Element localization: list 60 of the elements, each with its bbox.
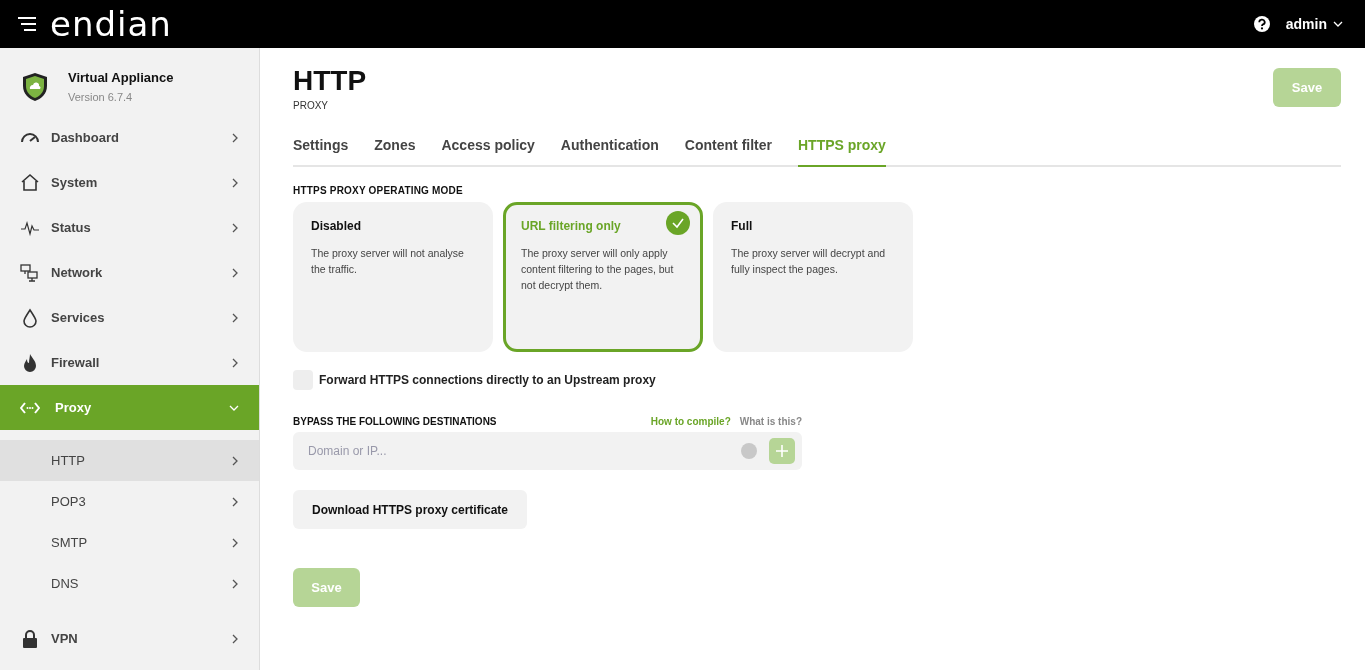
page-subtitle: PROXY <box>293 100 329 111</box>
sidebar-item[interactable]: Network <box>0 250 259 295</box>
appliance-name: Virtual Appliance <box>68 70 174 85</box>
chevron-right-icon <box>231 222 239 233</box>
submenu-item[interactable]: POP3 <box>0 481 259 522</box>
card-title: URL filtering only <box>521 219 622 233</box>
chevron-right-icon <box>231 537 239 548</box>
version-text: Version 6.7.4 <box>68 91 134 103</box>
chevron-right-icon <box>231 633 239 644</box>
monitors-icon <box>20 262 40 283</box>
house-icon <box>20 172 40 193</box>
tab[interactable]: Zones <box>374 137 416 167</box>
domain-input-field[interactable]: Domain or IP... <box>293 432 802 470</box>
chevron-right-icon <box>231 312 239 323</box>
sidebar-item[interactable]: Firewall <box>0 340 259 385</box>
mode-card[interactable]: Disabled The proxy server will not analyse the traffic. <box>293 202 493 352</box>
sidebar-item[interactable]: Status <box>0 205 259 250</box>
caret-icon <box>1333 20 1343 28</box>
submenu-item[interactable]: SMTP <box>0 522 259 563</box>
section-heading: BYPASS THE FOLLOWING DESTINATIONS <box>293 416 497 427</box>
user-menu[interactable]: admin <box>1285 16 1343 32</box>
sidebar-item[interactable]: VPN <box>0 616 259 661</box>
sidebar-item[interactable]: Services <box>0 295 259 340</box>
sidebar-item[interactable]: Dashboard <box>0 115 259 160</box>
chevron-right-icon <box>231 496 239 507</box>
page-title: HTTP <box>293 64 367 98</box>
drop-icon <box>20 307 40 328</box>
lock-icon <box>20 628 40 649</box>
card-description: The proxy server will not analyse the traffic. <box>311 246 465 277</box>
tab[interactable]: Content filter <box>684 137 772 167</box>
card-description: The proxy server will only apply content filtering to the pages, but not decrypt them. <box>521 246 675 293</box>
info-link[interactable]: What is this? <box>739 416 802 427</box>
sidebar-item[interactable]: System <box>0 160 259 205</box>
plus-icon <box>776 445 788 457</box>
menu-button[interactable] <box>18 17 36 31</box>
chevron-right-icon <box>231 132 239 143</box>
chevron-right-icon <box>231 578 239 589</box>
logo: endian <box>50 7 172 41</box>
card-title: Disabled <box>311 219 362 233</box>
checkbox-label: Forward HTTPS connections directly to an Upstream proxy <box>319 373 656 387</box>
tab[interactable]: Access policy <box>441 137 535 167</box>
shield-icon <box>22 71 48 102</box>
menu-icon <box>18 17 36 31</box>
section-heading: HTTPS PROXY OPERATING MODE <box>293 185 464 196</box>
download-button[interactable]: Download HTTPS proxy certificate <box>293 490 528 529</box>
chevron-down-icon <box>229 403 239 412</box>
chevron-right-icon <box>231 357 239 368</box>
mode-card[interactable]: Full The proxy server will decrypt and fully inspect the pages. <box>713 202 913 352</box>
submenu-item[interactable]: DNS <box>0 563 259 604</box>
tab[interactable]: Authentication <box>560 137 659 167</box>
card-title: Full <box>731 219 754 233</box>
submenu-item[interactable]: HTTP <box>0 440 259 481</box>
chevron-right-icon <box>231 455 239 466</box>
help-icon[interactable] <box>1253 16 1270 32</box>
tab[interactable]: Settings <box>293 137 349 167</box>
mode-card[interactable]: URL filtering only The proxy server will only apply content filtering to the pages, but not decrypt them. <box>503 202 703 352</box>
card-description: The proxy server will decrypt and fully inspect the pages. <box>731 246 887 277</box>
check-icon <box>666 211 690 235</box>
chevron-right-icon <box>231 267 239 278</box>
chevron-right-icon <box>231 177 239 188</box>
